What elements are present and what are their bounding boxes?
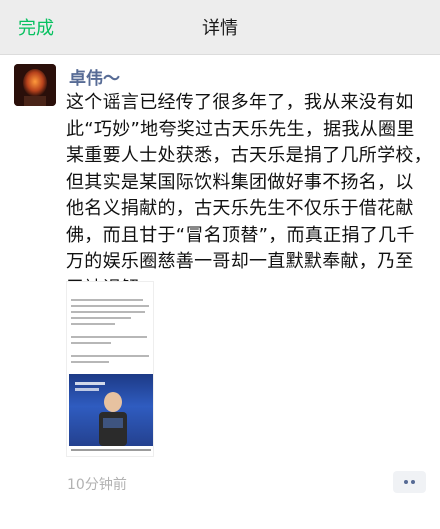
image-text-line (71, 299, 143, 301)
avatar-image (14, 64, 56, 106)
image-text-line (71, 342, 111, 344)
avatar[interactable] (14, 64, 56, 106)
image-text-line (71, 317, 131, 319)
image-text-line (71, 305, 149, 307)
image-text-line (71, 361, 109, 363)
person-silhouette (75, 382, 127, 446)
image-text-line (71, 336, 147, 338)
image-text-line (71, 323, 115, 325)
more-button[interactable] (393, 471, 426, 493)
post-image[interactable] (66, 281, 154, 457)
image-text-line (71, 355, 149, 357)
page-title: 详情 (202, 18, 238, 39)
more-dots-icon (411, 480, 415, 484)
post-text: 这个谣言已经传了很多年了，我从来没有如 此“巧妙”地夸奖过古天乐先生，据我从圈里… (66, 92, 432, 299)
author-name[interactable]: 卓伟～ (69, 64, 120, 89)
more-dots-icon (404, 480, 408, 484)
image-caption-line (71, 449, 151, 451)
navigation-bar: 完成 详情 (0, 0, 440, 55)
post-time: 10分钟前 (67, 477, 127, 493)
image-text-line (71, 311, 145, 313)
image-photo (69, 374, 153, 446)
